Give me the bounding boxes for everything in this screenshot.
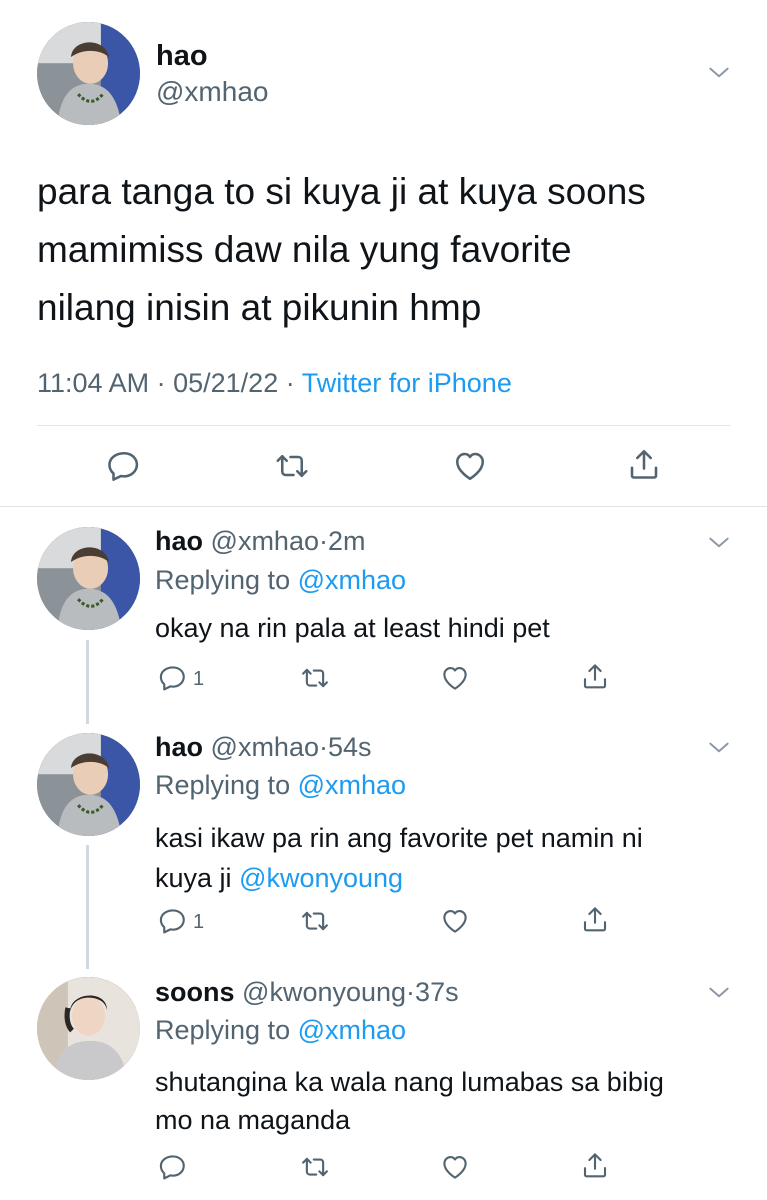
chevron-down-icon[interactable] xyxy=(706,980,732,1006)
meta-separator: · xyxy=(406,977,416,1007)
replying-to: Replying to @xmhao xyxy=(155,770,406,801)
reply-age: 54s xyxy=(327,732,372,762)
retweet-icon[interactable] xyxy=(300,1152,330,1182)
avatar[interactable] xyxy=(37,733,140,836)
reply-author-handle[interactable]: @kwonyoung xyxy=(242,977,406,1007)
reply-icon[interactable] xyxy=(158,906,188,936)
reply-text-plain: kuya ji xyxy=(155,863,232,893)
tweet-source-link[interactable]: Twitter for iPhone xyxy=(302,368,512,398)
section-divider xyxy=(0,506,767,507)
reply-icon[interactable] xyxy=(158,663,188,693)
replying-to-label: Replying to xyxy=(155,565,291,595)
reply-text-line: kasi ikaw pa rin ang favorite pet namin … xyxy=(155,823,643,853)
share-icon[interactable] xyxy=(626,446,662,482)
replying-to: Replying to @xmhao xyxy=(155,1015,406,1046)
like-icon[interactable] xyxy=(440,906,470,936)
reply-author-handle[interactable]: @xmhao xyxy=(211,526,319,556)
like-icon[interactable] xyxy=(440,1152,470,1182)
reply-age: 37s xyxy=(415,977,459,1007)
avatar[interactable] xyxy=(37,977,140,1080)
replying-to-mention[interactable]: @xmhao xyxy=(298,1015,406,1045)
retweet-icon[interactable] xyxy=(300,663,330,693)
reply-count: 1 xyxy=(193,911,205,933)
reply-icon[interactable] xyxy=(106,448,142,484)
reply-mention-link[interactable]: @kwonyoung xyxy=(239,863,403,893)
tweet-meta: 11:04 AM · 05/21/22 · Twitter for iPhone xyxy=(37,368,512,399)
reply-header: hao @xmhao·54s xyxy=(155,732,372,763)
tweet-text: para tanga to si kuya ji at kuya soons m… xyxy=(37,163,646,337)
like-icon[interactable] xyxy=(452,448,488,484)
share-icon[interactable] xyxy=(580,904,610,934)
reply-author-name[interactable]: hao xyxy=(155,732,203,762)
share-icon[interactable] xyxy=(580,661,610,691)
replying-to-label: Replying to xyxy=(155,1015,291,1045)
reply-header: soons @kwonyoung·37s xyxy=(155,977,459,1008)
author-handle[interactable]: @xmhao xyxy=(156,76,268,108)
meta-separator: · xyxy=(318,526,328,556)
chevron-down-icon[interactable] xyxy=(706,735,732,761)
avatar[interactable] xyxy=(37,527,140,630)
reply-text-line: kuya ji @kwonyoung xyxy=(155,858,643,898)
author-name[interactable]: hao xyxy=(156,40,208,73)
thread-line xyxy=(86,845,89,969)
replying-to-label: Replying to xyxy=(155,770,291,800)
replying-to-mention[interactable]: @xmhao xyxy=(298,565,406,595)
thread-line xyxy=(86,640,89,724)
share-icon[interactable] xyxy=(580,1150,610,1180)
tweet-text-line: para tanga to si kuya ji at kuya soons xyxy=(37,171,646,212)
tweet-text-line: mamimiss daw nila yung favorite xyxy=(37,229,572,270)
tweet-date: 05/21/22 xyxy=(173,368,279,398)
meta-separator: · xyxy=(156,368,166,398)
reply-author-name[interactable]: soons xyxy=(155,977,235,1007)
like-icon[interactable] xyxy=(440,663,470,693)
reply-text: shutangina ka wala nang lumabas sa bibig… xyxy=(155,1063,664,1139)
retweet-icon[interactable] xyxy=(274,448,310,484)
reply-text: okay na rin pala at least hindi pet xyxy=(155,613,550,643)
avatar[interactable] xyxy=(37,22,140,125)
reply-author-handle[interactable]: @xmhao xyxy=(211,732,319,762)
replying-to: Replying to @xmhao xyxy=(155,565,406,596)
meta-separator: · xyxy=(285,368,295,398)
reply-text-line: shutangina ka wala nang lumabas sa bibig xyxy=(155,1067,664,1097)
tweet-text-line: nilang inisin at pikunin hmp xyxy=(37,287,482,328)
replying-to-mention[interactable]: @xmhao xyxy=(298,770,406,800)
reply-author-name[interactable]: hao xyxy=(155,526,203,556)
divider xyxy=(37,425,730,426)
reply-count: 1 xyxy=(193,668,205,690)
reply-text-line: mo na maganda xyxy=(155,1105,351,1135)
reply-text: kasi ikaw pa rin ang favorite pet namin … xyxy=(155,818,643,898)
reply-icon[interactable] xyxy=(158,1152,188,1182)
reply-age: 2m xyxy=(327,526,366,556)
chevron-down-icon[interactable] xyxy=(706,530,732,556)
chevron-down-icon[interactable] xyxy=(706,60,732,86)
meta-separator: · xyxy=(318,732,328,762)
retweet-icon[interactable] xyxy=(300,906,330,936)
tweet-time: 11:04 AM xyxy=(37,368,150,398)
reply-header: hao @xmhao·2m xyxy=(155,526,366,557)
